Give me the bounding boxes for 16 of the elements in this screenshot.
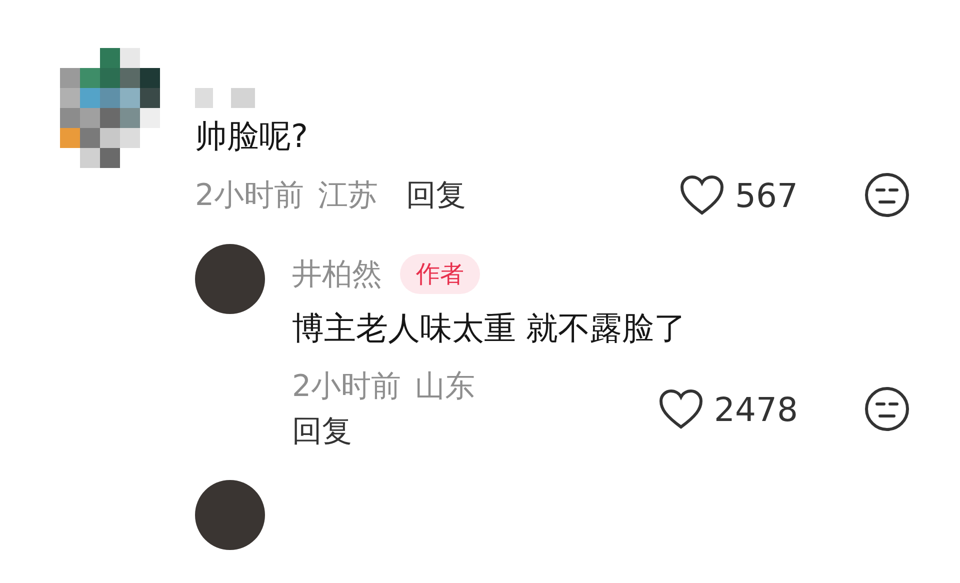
like-count: 567	[735, 176, 798, 214]
comment-location: 山东	[415, 368, 476, 406]
heart-icon[interactable]	[679, 174, 725, 216]
pixelated-avatar[interactable]	[60, 48, 160, 168]
comment-text: 博主老人味太重 就不露脸了	[292, 308, 686, 349]
reply-link[interactable]: 回复	[406, 174, 466, 216]
meh-face-icon[interactable]	[864, 172, 910, 218]
meh-face-icon[interactable]	[864, 386, 910, 432]
like-count: 2478	[714, 390, 798, 428]
author-tag: 作者	[400, 254, 480, 294]
reply-link[interactable]: 回复	[292, 411, 352, 452]
comment-time: 2小时前	[195, 176, 304, 214]
comment-time: 2小时前	[292, 368, 402, 406]
comment-text: 帅脸呢?	[195, 116, 308, 157]
comment-location: 江苏	[318, 176, 378, 214]
heart-icon[interactable]	[658, 388, 704, 430]
